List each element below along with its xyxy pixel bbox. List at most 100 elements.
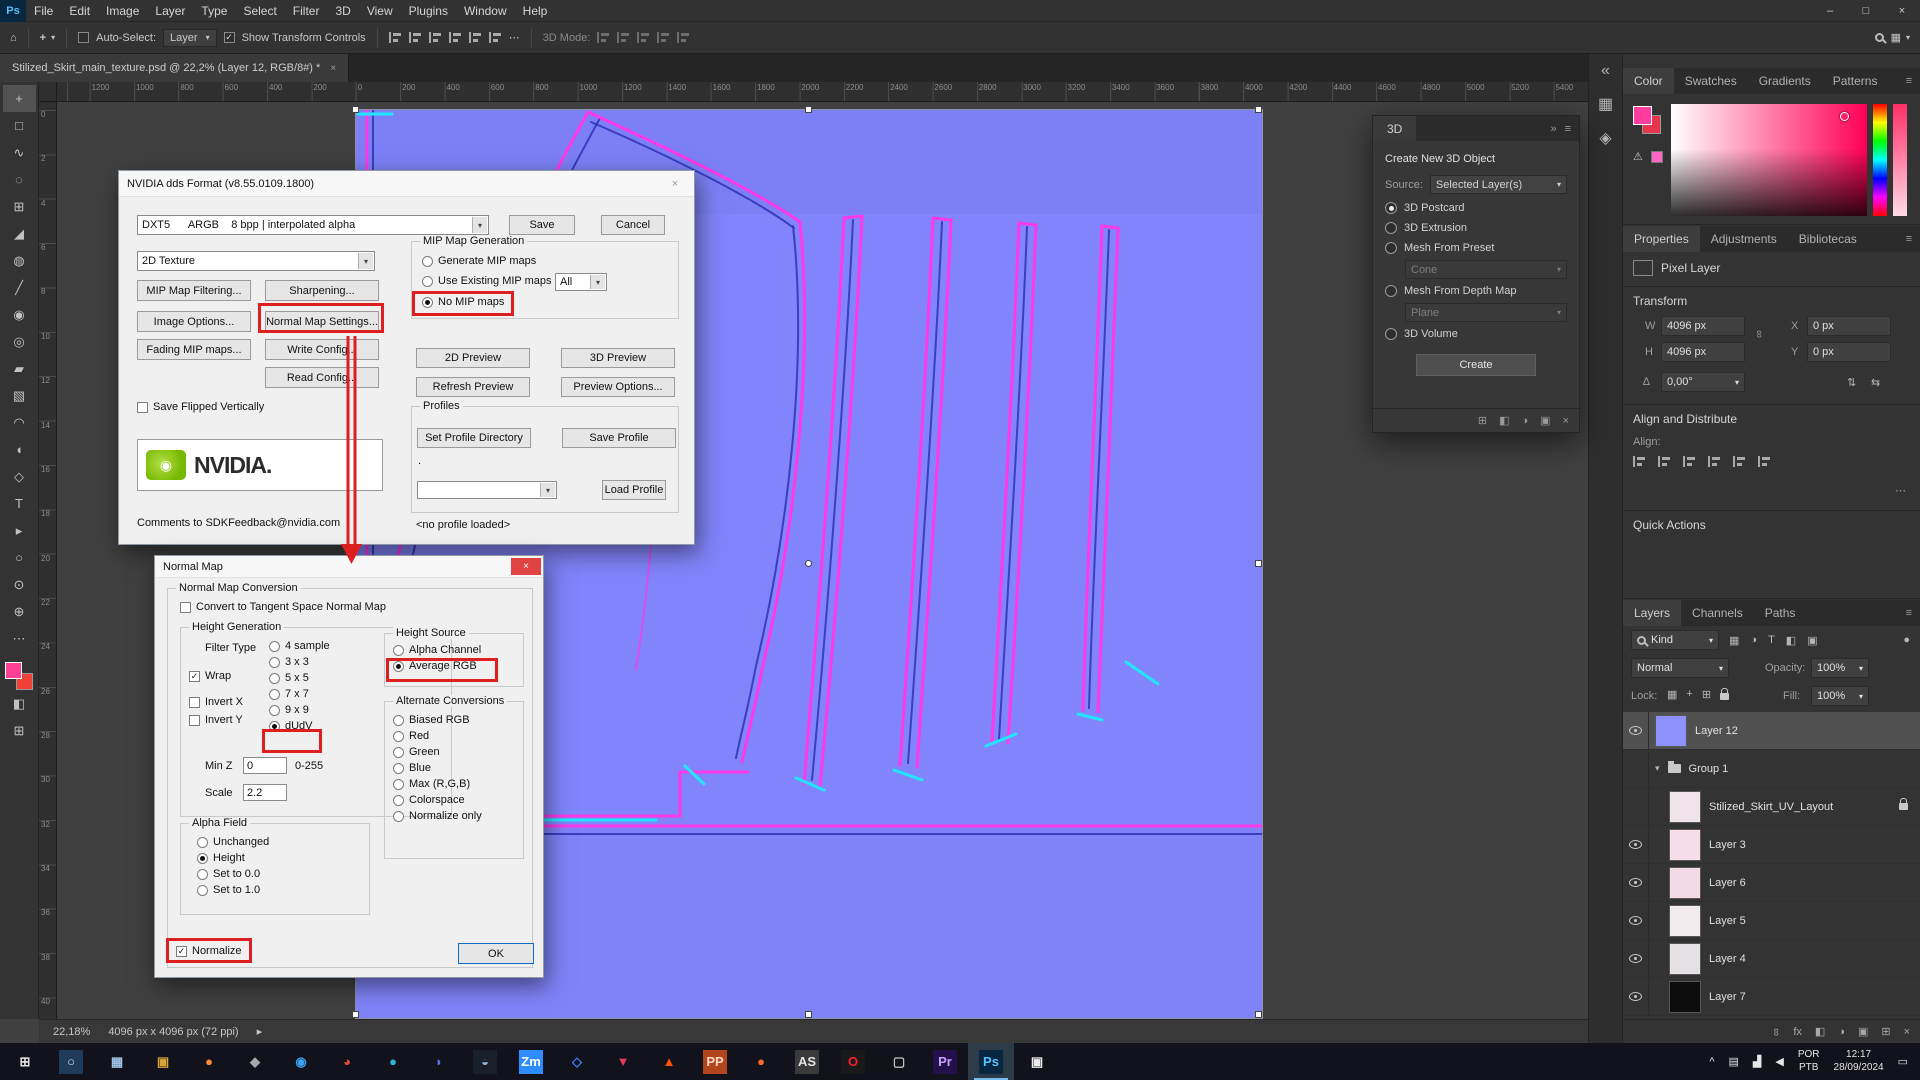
tool-button[interactable]: ▰ xyxy=(3,355,36,382)
tool-button[interactable]: ╱ xyxy=(3,274,36,301)
transform-handle[interactable] xyxy=(352,106,359,113)
visibility-cell[interactable] xyxy=(1623,864,1649,901)
tab-color[interactable]: Color xyxy=(1623,68,1674,94)
save-flipped-checkbox[interactable]: ✓ Save Flipped Vertically xyxy=(137,401,264,413)
align-top-icon[interactable] xyxy=(449,32,462,43)
profile-dropdown[interactable]: ▾ xyxy=(417,481,557,499)
taskbar-icon[interactable]: ○ xyxy=(48,1043,94,1080)
document-tab[interactable]: Stilized_Skirt_main_texture.psd @ 22,2% … xyxy=(0,54,349,82)
lock-transparency-icon[interactable]: ▦ xyxy=(1667,688,1677,701)
visibility-cell[interactable] xyxy=(1623,940,1649,977)
group-expand-icon[interactable]: ▾ xyxy=(1655,763,1660,774)
scale-input[interactable]: 2.2 xyxy=(243,784,287,801)
menu-help[interactable]: Help xyxy=(515,0,556,22)
generate-mip-maps-radio[interactable]: Generate MIP maps xyxy=(422,255,536,267)
mip-map-filtering-button[interactable]: MIP Map Filtering... xyxy=(137,280,251,301)
layer-row[interactable]: ▾ Layer 5 xyxy=(1623,902,1920,940)
dock-grid-icon[interactable]: ▦ xyxy=(1598,94,1613,114)
sharpening-button[interactable]: Sharpening... xyxy=(265,280,379,301)
lock-all-icon[interactable] xyxy=(1720,693,1729,700)
layer-name[interactable]: Layer 3 xyxy=(1709,839,1746,851)
layer-thumbnail[interactable] xyxy=(1655,715,1687,747)
alpha-field-radio[interactable]: Unchanged xyxy=(197,836,269,848)
eye-icon[interactable] xyxy=(1629,916,1642,925)
align-horizontal-centers-icon[interactable] xyxy=(1658,456,1671,467)
fading-mip-maps-button[interactable]: Fading MIP maps... xyxy=(137,339,251,360)
filter-smart-objects-icon[interactable]: ▣ xyxy=(1807,634,1817,647)
footer-mask-icon[interactable]: ◧ xyxy=(1499,414,1509,427)
menu-3d[interactable]: 3D xyxy=(327,0,358,22)
alternate-conversion-radio[interactable]: Max (R,G,B) xyxy=(393,778,482,790)
tool-button[interactable]: ◠ xyxy=(3,409,36,436)
preview-options-button[interactable]: Preview Options... xyxy=(561,377,675,397)
3d-scale-icon[interactable] xyxy=(677,32,690,43)
3d-option-radio[interactable]: 3D Postcard xyxy=(1373,198,1579,218)
layer-thumbnail[interactable] xyxy=(1669,829,1701,861)
wrap-checkbox[interactable]: ✓ Wrap xyxy=(189,670,231,682)
show-transform-checkbox[interactable]: ✓ xyxy=(224,32,235,43)
tray-icon-2[interactable]: ▟ xyxy=(1753,1055,1761,1068)
auto-select-checkbox[interactable] xyxy=(78,32,89,43)
taskbar-icon[interactable]: Ps xyxy=(968,1043,1014,1080)
menu-filter[interactable]: Filter xyxy=(285,0,328,22)
opacity-dropdown[interactable]: 100%▾ xyxy=(1811,658,1869,678)
3d-option-sub-dropdown[interactable]: Cone▾ xyxy=(1405,260,1567,279)
tool-button[interactable]: ◢ xyxy=(3,220,36,247)
link-dimensions-icon[interactable]: ∞ xyxy=(1753,330,1765,338)
tool-button[interactable]: ◉ xyxy=(3,301,36,328)
tab-adjustments[interactable]: Adjustments xyxy=(1700,226,1788,252)
taskbar-icon[interactable]: Pr xyxy=(922,1043,968,1080)
3d-option-radio[interactable]: Mesh From Preset xyxy=(1373,238,1579,258)
dock-3d-icon[interactable]: ◈ xyxy=(1599,128,1611,148)
tab-swatches[interactable]: Swatches xyxy=(1674,68,1748,94)
footer-adjust-icon[interactable]: ◑ xyxy=(1522,415,1529,427)
auto-select-target-dropdown[interactable]: Layer▾ xyxy=(163,29,217,47)
menu-type[interactable]: Type xyxy=(193,0,235,22)
tool-button[interactable]: □ xyxy=(3,112,36,139)
eye-icon[interactable] xyxy=(1629,840,1642,849)
taskbar-icon[interactable]: ▦ xyxy=(94,1043,140,1080)
hue-slider[interactable] xyxy=(1873,104,1887,216)
align-distribute-header[interactable]: Align and Distribute xyxy=(1633,412,1737,426)
align-top-edges-icon[interactable] xyxy=(1708,456,1721,467)
layer-name[interactable]: Group 1 xyxy=(1689,763,1729,775)
tool-button[interactable]: T xyxy=(3,490,36,517)
tool-button[interactable]: ○ xyxy=(3,544,36,571)
mip-levels-dropdown[interactable]: All ▾ xyxy=(555,273,607,291)
foreground-color-swatch[interactable] xyxy=(1633,106,1652,125)
width-field[interactable]: 4096 px xyxy=(1661,316,1745,336)
eye-icon[interactable] xyxy=(1629,992,1642,1001)
filter-type-radio[interactable]: 9 x 9 xyxy=(269,704,330,716)
save-profile-button[interactable]: Save Profile xyxy=(562,428,676,448)
transform-handle[interactable] xyxy=(352,1011,359,1018)
3d-rotate-icon[interactable] xyxy=(597,32,610,43)
taskbar-icon[interactable]: ⊞ xyxy=(2,1043,48,1080)
language-indicator[interactable]: POR PTB xyxy=(1798,1049,1820,1074)
visibility-cell[interactable] xyxy=(1623,826,1649,863)
alpha-field-radio[interactable]: Set to 0.0 xyxy=(197,868,269,880)
3d-drag-icon[interactable] xyxy=(637,32,650,43)
format-dropdown[interactable]: DXT5 ARGB 8 bpp | interpolated alpha ▾ xyxy=(137,215,489,235)
transform-handle[interactable] xyxy=(1255,560,1262,567)
taskbar-icon[interactable]: ◆ xyxy=(232,1043,278,1080)
tab-bibliotecas[interactable]: Bibliotecas xyxy=(1788,226,1868,252)
more-align-options-icon[interactable]: ⋯ xyxy=(1895,484,1906,497)
transform-handle[interactable] xyxy=(805,1011,812,1018)
invert-y-checkbox[interactable]: ✓ Invert Y xyxy=(189,714,243,726)
tool-button[interactable]: ◌ xyxy=(3,166,36,193)
filter-type-radio[interactable]: 4 sample xyxy=(269,640,330,652)
tool-button[interactable]: ⊞ xyxy=(3,193,36,220)
delete-layer-icon[interactable]: × xyxy=(1904,1026,1910,1038)
lock-pixels-icon[interactable]: + xyxy=(1686,688,1692,701)
3d-option-radio[interactable]: 3D Extrusion xyxy=(1373,218,1579,238)
layer-thumbnail[interactable] xyxy=(1669,943,1701,975)
panel-menu-icon[interactable]: ≡ xyxy=(1906,600,1920,626)
alternate-conversion-radio[interactable]: Red xyxy=(393,730,482,742)
tray-icon-3[interactable]: ◀ xyxy=(1775,1055,1783,1068)
layer-row[interactable]: ▾ Layer 3 xyxy=(1623,826,1920,864)
align-vertical-centers-icon[interactable] xyxy=(1733,456,1746,467)
new-layer-icon[interactable]: ⊞ xyxy=(1881,1025,1890,1038)
layer-row[interactable]: ▾ Stilized_Skirt_UV_Layout xyxy=(1623,788,1920,826)
maximize-button[interactable]: □ xyxy=(1848,0,1884,22)
blend-mode-dropdown[interactable]: Normal▾ xyxy=(1631,658,1729,678)
